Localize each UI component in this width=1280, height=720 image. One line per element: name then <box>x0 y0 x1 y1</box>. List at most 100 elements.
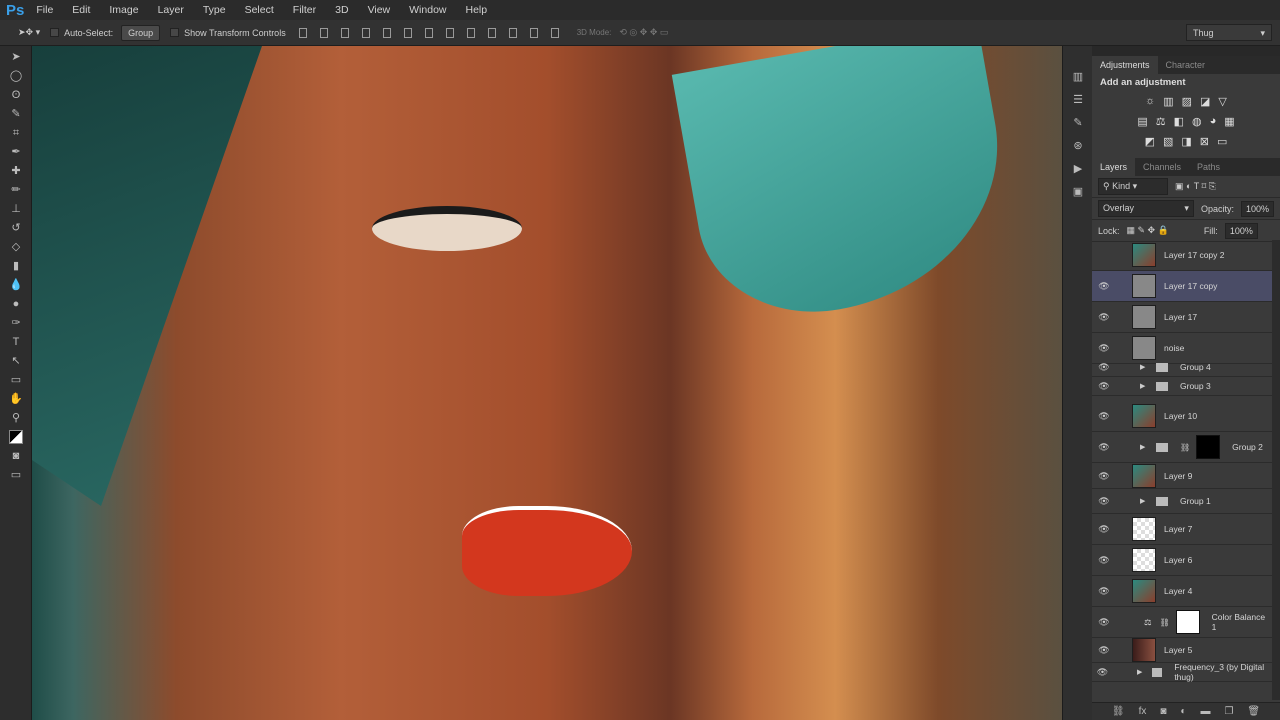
adjustment-icon[interactable]: ◩ <box>1145 135 1155 148</box>
filter-type-icons[interactable]: ▣ ◐ T ⌑ ⎘ <box>1175 181 1216 192</box>
stamp-tool-icon[interactable]: ⊥ <box>9 202 23 216</box>
distribute-left-icon[interactable] <box>487 27 496 38</box>
layers-scrollbar[interactable] <box>1272 240 1280 700</box>
delete-layer-icon[interactable]: 🗑 <box>1247 706 1260 717</box>
eraser-tool-icon[interactable]: ◇ <box>9 240 23 254</box>
distribute-right-icon[interactable] <box>529 27 538 38</box>
show-transform-checkbox[interactable] <box>170 28 180 37</box>
align-top-icon[interactable] <box>298 27 307 38</box>
expand-triangle-icon[interactable]: ▶ <box>1140 382 1150 390</box>
layer-row[interactable]: 👁 Layer 4 <box>1092 576 1272 607</box>
properties-icon[interactable]: ☰ <box>1071 93 1085 107</box>
visibility-eye-icon[interactable]: 👁 <box>1092 281 1116 292</box>
layer-row[interactable]: 👁 Layer 10 <box>1092 401 1272 432</box>
align-bottom-icon[interactable] <box>340 27 349 38</box>
visibility-eye-icon[interactable]: 👁 <box>1092 496 1116 507</box>
adjustment-icon[interactable]: ▤ <box>1137 115 1147 128</box>
auto-select-checkbox[interactable] <box>50 28 60 37</box>
adjustment-icon[interactable]: ⚖ <box>1156 115 1166 128</box>
auto-select-dropdown[interactable]: Group <box>121 24 161 41</box>
distribute-hcenter-icon[interactable] <box>508 27 517 38</box>
layer-row[interactable]: 👁 Layer 7 <box>1092 514 1272 545</box>
link-layers-icon[interactable]: ⛓ <box>1112 706 1125 717</box>
layer-row[interactable]: 👁 ▶ Frequency_3 (by Digital thug) <box>1092 662 1272 682</box>
adjustment-icon[interactable]: ◧ <box>1174 115 1184 128</box>
expand-triangle-icon[interactable]: ▶ <box>1140 497 1150 505</box>
align-hcenter-icon[interactable] <box>382 27 391 38</box>
type-tool-icon[interactable]: T <box>9 335 23 349</box>
layer-row[interactable]: 👁 ▶ ⛓ Group 2 <box>1092 432 1272 463</box>
move-tool-icon[interactable]: ➤✥ ▾ <box>18 27 40 38</box>
healing-tool-icon[interactable]: ✚ <box>9 164 23 178</box>
eyedropper-tool-icon[interactable]: ✒ <box>9 145 23 159</box>
marquee-tool-icon[interactable]: ◯ <box>9 69 23 83</box>
lock-icons[interactable]: ▦ ✎ ✥ 🔒 <box>1127 225 1169 236</box>
distribute-bottom-icon[interactable] <box>466 27 475 38</box>
adjustment-icon[interactable]: ▭ <box>1217 135 1227 148</box>
visibility-eye-icon[interactable]: 👁 <box>1092 471 1116 482</box>
blur-tool-icon[interactable]: 💧 <box>9 278 23 292</box>
align-left-icon[interactable] <box>361 27 370 38</box>
move-tool-icon[interactable]: ➤ <box>9 50 23 64</box>
new-layer-icon[interactable]: ❐ <box>1224 706 1233 717</box>
layer-row[interactable]: 👁 Layer 6 <box>1092 545 1272 576</box>
visibility-eye-icon[interactable]: 👁 <box>1092 411 1116 422</box>
brush-presets-icon[interactable]: ✎ <box>1071 116 1085 130</box>
document-canvas[interactable] <box>32 46 1062 720</box>
color-swatches-icon[interactable] <box>9 430 23 444</box>
adjustment-icon[interactable]: ◕ <box>1210 115 1217 128</box>
distribute-top-icon[interactable] <box>424 27 433 38</box>
opacity-input[interactable]: 100% <box>1240 200 1274 217</box>
path-select-tool-icon[interactable]: ↖ <box>9 354 23 368</box>
visibility-eye-icon[interactable]: 👁 <box>1092 312 1116 323</box>
expand-triangle-icon[interactable]: ▶ <box>1137 668 1146 676</box>
new-group-icon[interactable]: ▬ <box>1200 706 1210 717</box>
adjustment-icon[interactable]: ◍ <box>1192 115 1202 128</box>
layer-row[interactable]: Layer 17 copy 2 <box>1092 240 1272 271</box>
tab-layers[interactable]: Layers <box>1092 158 1136 176</box>
clone-source-icon[interactable]: ⊛ <box>1071 139 1085 153</box>
visibility-eye-icon[interactable]: 👁 <box>1092 617 1116 628</box>
blend-mode-dropdown[interactable]: Overlay ▾ <box>1098 200 1194 217</box>
adjustment-icon[interactable]: ▥ <box>1163 95 1173 108</box>
visibility-eye-icon[interactable]: 👁 <box>1092 524 1116 535</box>
adjustment-icon[interactable]: ▦ <box>1224 115 1234 128</box>
fill-input[interactable]: 100% <box>1224 222 1258 239</box>
layer-row[interactable]: 👁 ▶ Group 1 <box>1092 489 1272 514</box>
adjustment-icon[interactable]: ◪ <box>1200 95 1210 108</box>
visibility-eye-icon[interactable]: 👁 <box>1092 343 1116 354</box>
visibility-eye-icon[interactable]: 👁 <box>1092 381 1116 392</box>
align-right-icon[interactable] <box>403 27 412 38</box>
tab-adjustments[interactable]: Adjustments <box>1092 56 1158 74</box>
visibility-eye-icon[interactable]: 👁 <box>1092 586 1116 597</box>
actions-icon[interactable]: ▶ <box>1071 162 1085 176</box>
adjustment-icon[interactable]: ▨ <box>1182 95 1192 108</box>
quick-mask-icon[interactable]: ◙ <box>9 449 23 463</box>
new-adjustment-icon[interactable]: ◐ <box>1180 706 1186 717</box>
layer-row[interactable]: 👁 Layer 9 <box>1092 464 1272 489</box>
adjustment-icon[interactable]: ▧ <box>1163 135 1173 148</box>
histogram-icon[interactable]: ▥ <box>1071 70 1085 84</box>
menu-3d[interactable]: 3D <box>335 4 348 16</box>
info-icon[interactable]: ▣ <box>1071 185 1085 199</box>
menu-edit[interactable]: Edit <box>72 4 90 16</box>
adjustment-icon[interactable]: ▽ <box>1218 95 1226 108</box>
layer-row[interactable]: 👁 ⚖ ⛓ Color Balance 1 <box>1092 607 1272 638</box>
tab-paths[interactable]: Paths <box>1189 158 1228 176</box>
tab-channels[interactable]: Channels <box>1135 158 1189 176</box>
menu-help[interactable]: Help <box>466 4 488 16</box>
expand-triangle-icon[interactable]: ▶ <box>1140 363 1150 371</box>
add-mask-icon[interactable]: ◙ <box>1160 706 1166 717</box>
adjustment-icon[interactable]: ◨ <box>1181 135 1191 148</box>
visibility-eye-icon[interactable]: 👁 <box>1092 645 1116 656</box>
menu-image[interactable]: Image <box>109 4 138 16</box>
layer-row[interactable]: 👁 Layer 17 <box>1092 302 1272 333</box>
history-brush-icon[interactable]: ↺ <box>9 221 23 235</box>
menu-window[interactable]: Window <box>409 4 446 16</box>
menu-layer[interactable]: Layer <box>158 4 184 16</box>
quick-select-tool-icon[interactable]: ✎ <box>9 107 23 121</box>
shape-tool-icon[interactable]: ▭ <box>9 373 23 387</box>
crop-tool-icon[interactable]: ⌗ <box>9 126 23 140</box>
screen-mode-icon[interactable]: ▭ <box>9 468 23 482</box>
layer-row[interactable]: 👁 ▶ Group 3 <box>1092 377 1272 396</box>
